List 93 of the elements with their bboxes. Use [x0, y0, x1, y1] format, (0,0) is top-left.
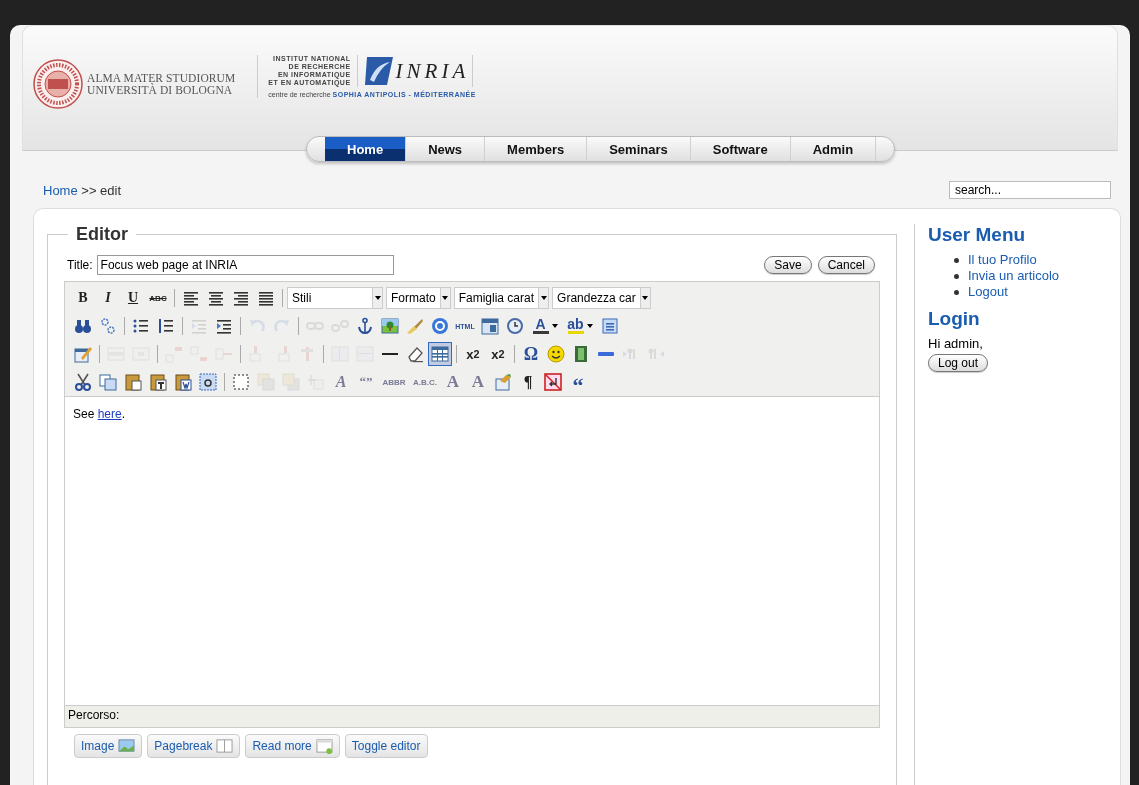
- preview-icon: [601, 317, 619, 335]
- bullet-list-icon: [132, 317, 150, 335]
- italic-button[interactable]: I: [96, 286, 120, 310]
- editor-extra-button[interactable]: Pagebreak: [147, 734, 241, 758]
- non-breaking-icon: [544, 373, 562, 391]
- eraser-icon: [406, 345, 424, 363]
- logout-button[interactable]: Log out: [928, 354, 989, 372]
- table-icon: [431, 345, 449, 363]
- search-field[interactable]: search...: [949, 181, 1111, 199]
- nav-tab[interactable]: Admin: [790, 137, 877, 161]
- editor-heading: Editor: [75, 224, 129, 245]
- horizontal-rule-icon: [382, 353, 398, 355]
- underline-button[interactable]: U: [121, 286, 145, 310]
- strikethrough-button[interactable]: ABC: [146, 286, 170, 310]
- breadcrumb: Home >> edit: [43, 182, 122, 198]
- row-before-icon: [165, 345, 183, 363]
- caret-icon: [551, 324, 558, 328]
- anchor-icon: [356, 317, 374, 335]
- special-character-button[interactable]: Ω: [519, 342, 543, 366]
- page-plus-icon: [315, 738, 333, 754]
- bold-button[interactable]: B: [71, 286, 95, 310]
- justify-icon: [257, 289, 275, 307]
- toolbar-dropdown[interactable]: Stili: [287, 287, 383, 309]
- nav-tab[interactable]: News: [406, 137, 486, 161]
- brush-icon: [406, 317, 424, 335]
- bring-forward-icon: [257, 373, 275, 391]
- paste-word-icon: [174, 373, 192, 391]
- select-all-icon: [199, 373, 217, 391]
- align-center-icon: [207, 289, 225, 307]
- caret-icon: [442, 296, 449, 300]
- visual-characters-button[interactable]: ¶: [516, 370, 540, 394]
- binoculars-icon: [74, 317, 92, 335]
- toolbar-dropdown[interactable]: Grandezza car: [552, 287, 651, 309]
- blockquote-button[interactable]: “: [566, 370, 590, 394]
- film-icon: [572, 345, 590, 363]
- clipboard-icon: [124, 373, 142, 391]
- toolbar-dropdown[interactable]: Formato: [386, 287, 451, 309]
- content-paragraph: See here.: [73, 407, 127, 421]
- form-button[interactable]: Save: [764, 256, 812, 274]
- page-icon: [216, 738, 234, 754]
- clock-icon: [506, 317, 524, 335]
- copy-icon: [99, 373, 117, 391]
- title-field[interactable]: Focus web page at INRIA: [96, 255, 394, 275]
- smiley-icon: [547, 345, 565, 363]
- layer-icon: [232, 373, 250, 391]
- form-button[interactable]: Cancel: [817, 256, 875, 274]
- bullet-icon: [954, 289, 959, 295]
- editor-extra-button[interactable]: Image: [74, 734, 143, 758]
- align-right-icon: [232, 289, 250, 307]
- editor-extra-button[interactable]: Toggle editor: [344, 734, 428, 758]
- delete-row-icon: [215, 345, 233, 363]
- toolbar-dropdown[interactable]: Famiglia carat: [453, 287, 550, 309]
- nav-tab[interactable]: Home: [325, 137, 407, 161]
- university-name: ALMA MATER STUDIORUM UNIVERSITÀ DI BOLOGNA: [87, 72, 236, 96]
- caret-icon: [642, 296, 649, 300]
- caret-icon: [540, 296, 547, 300]
- path-label: Percorso:: [68, 708, 120, 722]
- university-seal-icon: [33, 59, 83, 109]
- editor-extra-button[interactable]: Read more: [245, 734, 340, 758]
- text-color-button[interactable]: A: [528, 314, 562, 338]
- paste-text-icon: [149, 373, 167, 391]
- send-backward-icon: [282, 373, 300, 391]
- toolbar-button[interactable]: [544, 342, 568, 366]
- indent-icon: [215, 317, 233, 335]
- attributes-icon: [494, 373, 512, 391]
- user-menu-link[interactable]: Logout: [968, 284, 1008, 300]
- user-menu-link[interactable]: Invia un articolo: [968, 268, 1060, 284]
- delete-column-icon: [298, 345, 316, 363]
- image-icon: [381, 317, 399, 335]
- user-menu-heading: User Menu: [928, 224, 1027, 246]
- nav-tab[interactable]: Members: [485, 137, 588, 161]
- user-menu-link[interactable]: Il tuo Profilo: [968, 252, 1037, 268]
- caret-icon: [586, 324, 593, 328]
- outdent-icon: [190, 317, 208, 335]
- breadcrumb-link[interactable]: Home: [43, 182, 78, 198]
- scissors-icon: [74, 373, 92, 391]
- row-after-icon: [190, 345, 208, 363]
- nav-tab[interactable]: Software: [690, 137, 791, 161]
- caret-icon: [374, 296, 381, 300]
- content-link[interactable]: here: [97, 407, 122, 421]
- numbered-list-icon: [157, 317, 175, 335]
- highlight-color-button[interactable]: ab: [563, 314, 597, 338]
- calendar-icon: [481, 317, 499, 335]
- edit-icon: [74, 345, 92, 363]
- nav-tab[interactable]: Seminars: [587, 137, 691, 161]
- image-icon: [118, 738, 136, 754]
- login-heading: Login: [928, 308, 981, 330]
- align-left-icon: [182, 289, 200, 307]
- greeting-text: Hi admin,: [928, 336, 984, 351]
- institute-logo-text: INRIA: [395, 58, 470, 84]
- bullet-icon: [954, 257, 959, 263]
- bullet-icon: [954, 273, 959, 279]
- title-label: Title:: [67, 258, 93, 272]
